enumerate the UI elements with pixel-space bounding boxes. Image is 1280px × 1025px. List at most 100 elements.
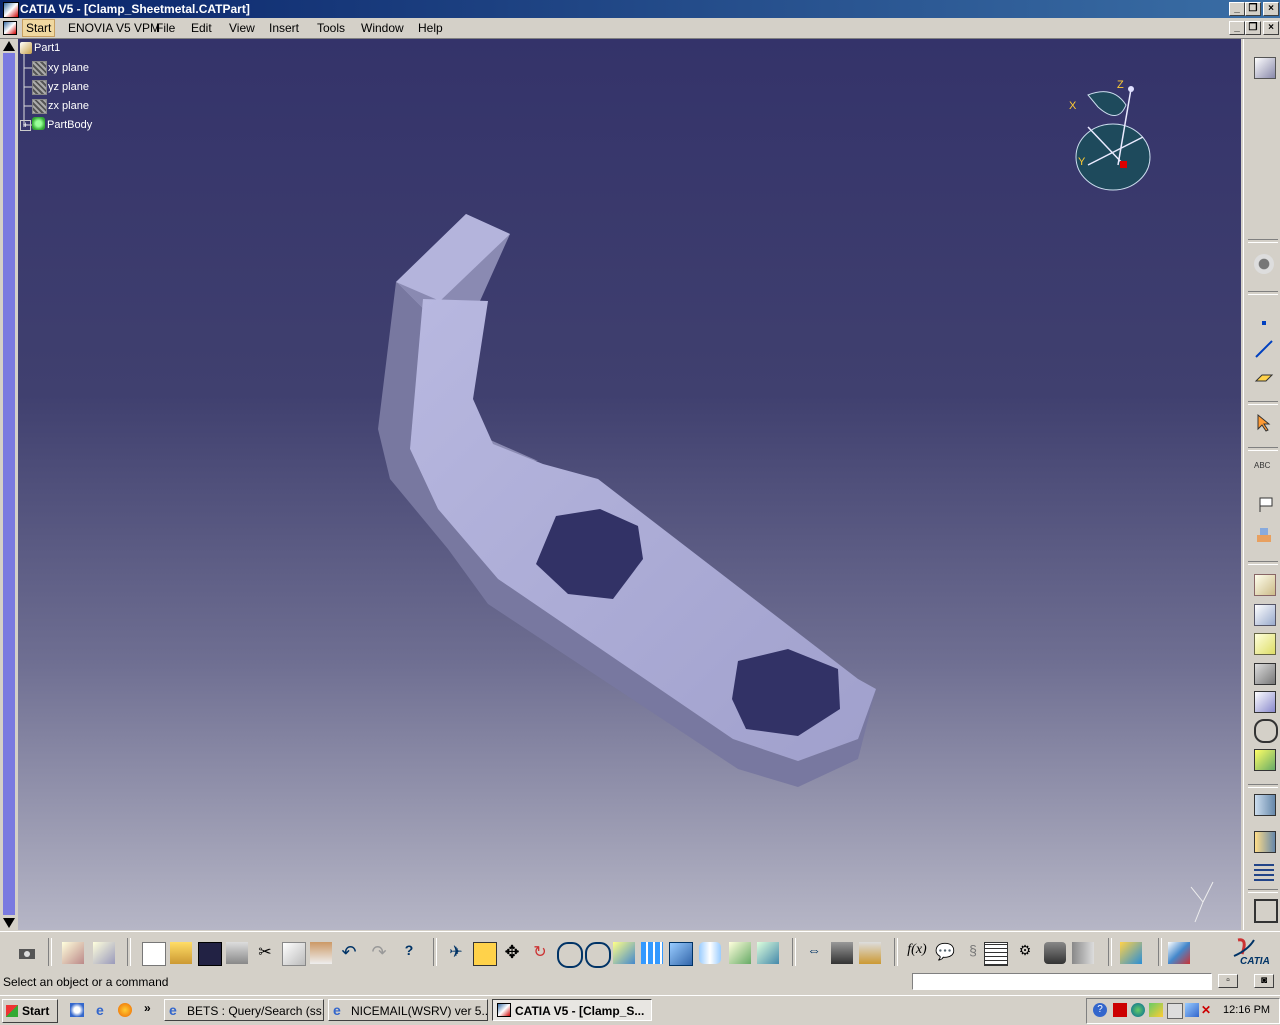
formula-icon[interactable]: f(x): [906, 942, 928, 964]
design-table-icon[interactable]: [984, 942, 1008, 966]
measure-between-icon[interactable]: ⇔: [803, 942, 825, 964]
swap-space-icon[interactable]: [757, 942, 779, 964]
command-list-button[interactable]: ▫: [1218, 974, 1238, 988]
grid-pattern-icon[interactable]: [1254, 861, 1274, 881]
sync-tray-icon[interactable]: [1149, 1003, 1163, 1017]
open-folder-icon[interactable]: [170, 942, 192, 964]
catia-logo[interactable]: CATIA: [1230, 936, 1276, 968]
fly-mode-icon[interactable]: ✈: [445, 942, 467, 964]
cut-icon[interactable]: ✂: [254, 942, 276, 964]
print-icon[interactable]: [226, 942, 248, 964]
firefox-icon[interactable]: [118, 1003, 132, 1017]
menu-help[interactable]: Help: [418, 21, 443, 35]
doc-restore-button[interactable]: ❐: [1245, 21, 1261, 35]
stiffener-icon[interactable]: [1254, 691, 1276, 713]
point-icon[interactable]: [1254, 313, 1274, 333]
mirror-icon[interactable]: [1254, 831, 1276, 853]
iso-view-icon[interactable]: [669, 942, 693, 966]
menu-view[interactable]: View: [229, 21, 255, 35]
3d-viewport[interactable]: Part1 xy plane yz plane zx plane + PartB…: [18, 39, 1241, 930]
sketcher-icon[interactable]: [1254, 57, 1276, 79]
save-icon[interactable]: [198, 942, 222, 966]
desktop-icon[interactable]: [70, 1003, 84, 1017]
layers-icon[interactable]: [1120, 942, 1142, 964]
rotate-icon[interactable]: ↻: [529, 942, 551, 964]
fit-all-icon[interactable]: [473, 942, 497, 966]
plane-tool-icon[interactable]: [1254, 367, 1274, 387]
fillet-icon[interactable]: [1254, 749, 1276, 771]
paste-icon[interactable]: [310, 942, 332, 964]
command-input[interactable]: [912, 973, 1212, 990]
copy-icon[interactable]: [282, 942, 306, 966]
menu-window[interactable]: Window: [361, 21, 404, 35]
measure-item-icon[interactable]: [831, 942, 853, 964]
render-icon[interactable]: [1168, 942, 1190, 964]
settings-gear-icon[interactable]: [1254, 254, 1274, 274]
reactions-icon[interactable]: ⚙: [1014, 942, 1036, 964]
minimize-button[interactable]: _: [1229, 2, 1245, 16]
taskbar-button-bets[interactable]: e BETS : Query/Search (ss...: [164, 999, 324, 1021]
quicklaunch-more-chevron[interactable]: »: [144, 1001, 151, 1015]
apply-material-icon[interactable]: [1254, 525, 1274, 545]
taskbar-button-nicemail[interactable]: e NICEMAIL(WSRV) ver 5....: [328, 999, 488, 1021]
flag-note-icon[interactable]: [1254, 494, 1274, 514]
measure-inertia-icon[interactable]: [859, 942, 881, 964]
zoom-out-icon[interactable]: [585, 942, 611, 968]
toolbar-separator: [1248, 447, 1278, 451]
law-icon[interactable]: §: [962, 942, 984, 964]
volume-muted-icon[interactable]: ✕: [1201, 1003, 1215, 1017]
menu-start[interactable]: Start: [22, 19, 56, 37]
redo-icon[interactable]: ↷: [368, 942, 390, 964]
hole-icon[interactable]: [1254, 719, 1278, 743]
new-file-icon[interactable]: [142, 942, 166, 966]
document-icon[interactable]: [3, 21, 17, 35]
clamp-part-model[interactable]: [18, 39, 1241, 930]
pocket-icon[interactable]: [1254, 604, 1276, 626]
taskbar-button-catia[interactable]: CATIA V5 - [Clamp_S...: [492, 999, 652, 1021]
lock-icon[interactable]: [1044, 942, 1066, 964]
help-tray-icon[interactable]: ?: [1093, 1003, 1107, 1017]
doc-minimize-button[interactable]: _: [1229, 21, 1245, 35]
line-icon[interactable]: [1254, 339, 1274, 359]
equivalent-dimension-icon[interactable]: [1072, 942, 1094, 964]
zoom-in-icon[interactable]: [557, 942, 583, 968]
select-arrow-icon[interactable]: [1254, 413, 1274, 433]
whats-this-help-icon[interactable]: ?: [398, 942, 420, 964]
acrobat-tray-icon[interactable]: [1113, 1003, 1127, 1017]
hide-show-icon[interactable]: [729, 942, 751, 964]
menu-insert[interactable]: Insert: [269, 21, 299, 35]
printer-tray-icon[interactable]: [1167, 1003, 1183, 1019]
update-all-icon[interactable]: [93, 942, 115, 964]
menu-enovia[interactable]: ENOVIA V5 VPM: [68, 21, 160, 35]
network-globe-icon[interactable]: [1131, 1003, 1145, 1017]
multi-view-icon[interactable]: [641, 942, 663, 964]
scroll-up-arrow-icon[interactable]: [3, 41, 15, 51]
monitor-tray-icon[interactable]: [1185, 1003, 1199, 1017]
undo-icon[interactable]: ↶: [338, 942, 360, 964]
catia-app-icon[interactable]: [3, 2, 19, 18]
menu-file[interactable]: File: [156, 21, 175, 35]
doc-close-button[interactable]: ×: [1263, 21, 1279, 35]
menu-tools[interactable]: Tools: [317, 21, 345, 35]
normal-view-icon[interactable]: [613, 942, 635, 964]
update-icon[interactable]: [62, 942, 84, 964]
scroll-down-arrow-icon[interactable]: [3, 918, 15, 928]
ie-icon[interactable]: e: [96, 1003, 110, 1017]
start-button[interactable]: Start: [2, 999, 58, 1023]
pad-icon[interactable]: [1254, 574, 1276, 596]
rib-icon[interactable]: [1254, 663, 1276, 685]
camera-icon[interactable]: [16, 942, 38, 964]
constraint-icon[interactable]: [1254, 899, 1278, 923]
restore-button[interactable]: ❐: [1245, 2, 1261, 16]
power-input-button[interactable]: ◙: [1254, 974, 1274, 988]
knowledge-advisor-icon[interactable]: 💬: [934, 942, 956, 964]
tree-scrollbar[interactable]: [3, 53, 15, 915]
shading-icon[interactable]: [699, 942, 721, 964]
close-button[interactable]: ×: [1263, 2, 1279, 16]
shaft-icon[interactable]: [1254, 633, 1276, 655]
pan-icon[interactable]: ✥: [501, 942, 523, 964]
annotation-text-icon[interactable]: ABC: [1254, 461, 1274, 481]
menu-edit[interactable]: Edit: [191, 21, 212, 35]
pattern-icon[interactable]: [1254, 794, 1276, 816]
toolbar-separator: [433, 938, 437, 966]
